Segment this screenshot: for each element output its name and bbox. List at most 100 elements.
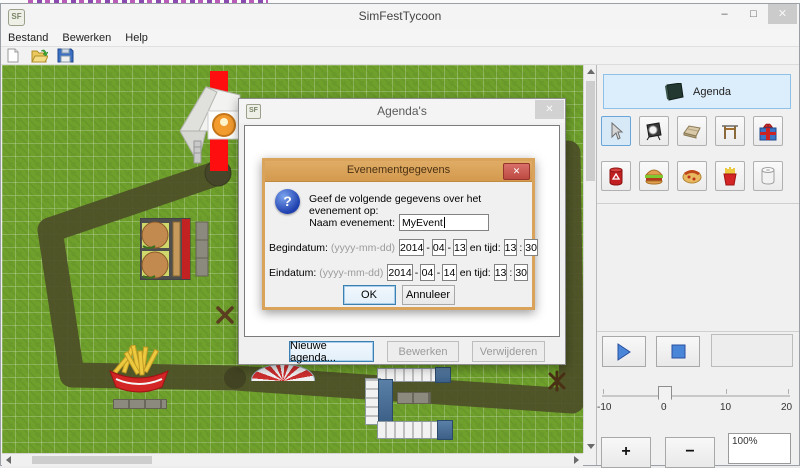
trashcan-icon [607,166,625,186]
speed-slider-track[interactable] [602,395,790,397]
dash-separator: - [448,242,452,254]
menu-bestand[interactable]: Bestand [1,32,55,44]
fries-icon [721,166,739,186]
toilet-roll-icon [759,166,777,186]
scroll-up-icon[interactable] [587,69,595,74]
window-title: SimFestTycoon [1,9,799,23]
tool-bar [1,47,799,65]
hamburger-icon [644,167,664,185]
event-data-dialog: Evenementgegevens ✕ ? Geef de volgende g… [262,158,535,310]
end-minute-input[interactable]: 30 [514,264,528,281]
maximize-button[interactable]: □ [739,4,768,24]
marquee-tent[interactable] [180,85,242,169]
agendas-button-row: Nieuwe agenda... Bewerken Verwijderen [289,341,545,362]
stop-icon [671,344,686,359]
event-dialog-titlebar[interactable]: Evenementgegevens ✕ [265,161,532,182]
end-hour-input[interactable]: 13 [494,264,508,281]
end-month-input[interactable]: 04 [420,264,435,281]
middle-section [597,203,799,332]
tool-hamburger-button[interactable] [639,161,669,191]
cursor-icon [607,122,625,140]
menu-bar: Bestand Bewerken Help [1,29,799,47]
tool-trashcan-button[interactable] [601,161,631,191]
cancel-button[interactable]: Annuleer [402,285,455,305]
begin-date-label: Begindatum: [269,242,328,254]
crowd-barrier[interactable] [437,420,453,440]
crowd-barrier[interactable] [435,367,451,383]
scroll-left-icon[interactable] [6,456,11,464]
horizontal-scroll-thumb[interactable] [32,456,152,464]
event-name-label: Naam evenement: [269,217,395,229]
agendas-close-button[interactable]: ✕ [535,100,564,119]
begin-month-input[interactable]: 04 [432,239,446,256]
ok-button[interactable]: OK [343,285,396,305]
title-bar[interactable]: SF SimFestTycoon – □ ✕ [1,4,799,29]
event-dialog-title: Evenementgegevens [265,164,532,176]
end-date-label: Eindatum: [269,267,316,279]
new-agenda-button[interactable]: Nieuwe agenda... [289,341,374,362]
tree[interactable] [218,308,232,322]
window-controls: – □ ✕ [710,4,797,24]
slider-tick [726,389,727,394]
gift-icon [758,121,778,141]
zoom-in-button[interactable]: + [601,437,651,468]
agenda-button[interactable]: Agenda [603,74,791,109]
begin-minute-input[interactable]: 30 [524,239,538,256]
scroll-down-icon[interactable] [587,444,595,449]
end-day-input[interactable]: 14 [442,264,457,281]
tool-stage-button[interactable] [677,116,707,146]
play-button[interactable] [602,336,646,367]
slider-label: -10 [597,402,611,413]
bench[interactable] [397,392,431,404]
spotlight-icon [644,121,664,141]
fries-stand[interactable] [106,345,172,397]
crowd-barrier[interactable] [378,379,393,424]
scroll-right-icon[interactable] [574,456,579,464]
tool-scaffold-button[interactable] [715,116,745,146]
dash-separator: - [415,267,419,279]
burger-stand[interactable] [140,218,210,280]
event-close-button[interactable]: ✕ [503,163,530,180]
speed-status-box [711,334,793,367]
zoom-out-button[interactable]: − [665,437,715,468]
close-button[interactable]: ✕ [768,4,797,24]
menu-help[interactable]: Help [118,32,155,44]
text-caret [444,217,445,228]
save-file-icon[interactable] [57,48,74,63]
open-file-icon[interactable] [31,48,48,63]
event-name-row: Naam evenement: MyEvent [269,214,528,231]
pizza-icon [682,168,702,184]
horizontal-scrollbar[interactable] [2,453,583,466]
colon-separator: : [509,267,512,279]
stop-button[interactable] [656,336,700,367]
edit-agenda-button[interactable]: Bewerken [387,341,459,362]
tool-pizza-button[interactable] [677,161,707,191]
tool-toiletroll-button[interactable] [753,161,783,191]
tool-fries-button[interactable] [715,161,745,191]
date-format-hint: (yyyy-mm-dd) [331,242,395,254]
vertical-scroll-thumb[interactable] [586,81,595,181]
minimize-button[interactable]: – [710,4,739,24]
dash-separator: - [426,242,430,254]
tool-cursor-button[interactable] [601,116,631,146]
tool-spotlight-button[interactable] [639,116,669,146]
slider-label: 0 [661,402,667,413]
menu-bewerken[interactable]: Bewerken [55,32,118,44]
end-year-input[interactable]: 2014 [387,264,412,281]
scaffold-icon [720,122,740,140]
delete-agenda-button[interactable]: Verwijderen [472,341,545,362]
vertical-scrollbar[interactable] [583,65,597,453]
event-name-input[interactable]: MyEvent [399,214,489,231]
begin-hour-input[interactable]: 13 [504,239,518,256]
play-icon [616,343,632,361]
scrollbar-corner [583,453,596,465]
dash-separator: - [437,267,441,279]
bench[interactable] [113,399,167,409]
begin-day-input[interactable]: 13 [453,239,467,256]
tool-gift-button[interactable] [753,116,783,146]
time-label: en tijd: [470,242,501,254]
agenda-button-label: Agenda [693,86,731,98]
begin-year-input[interactable]: 2014 [399,239,424,256]
new-file-icon[interactable] [5,48,22,63]
agendas-dialog-titlebar[interactable]: SF Agenda's ✕ [239,99,565,123]
